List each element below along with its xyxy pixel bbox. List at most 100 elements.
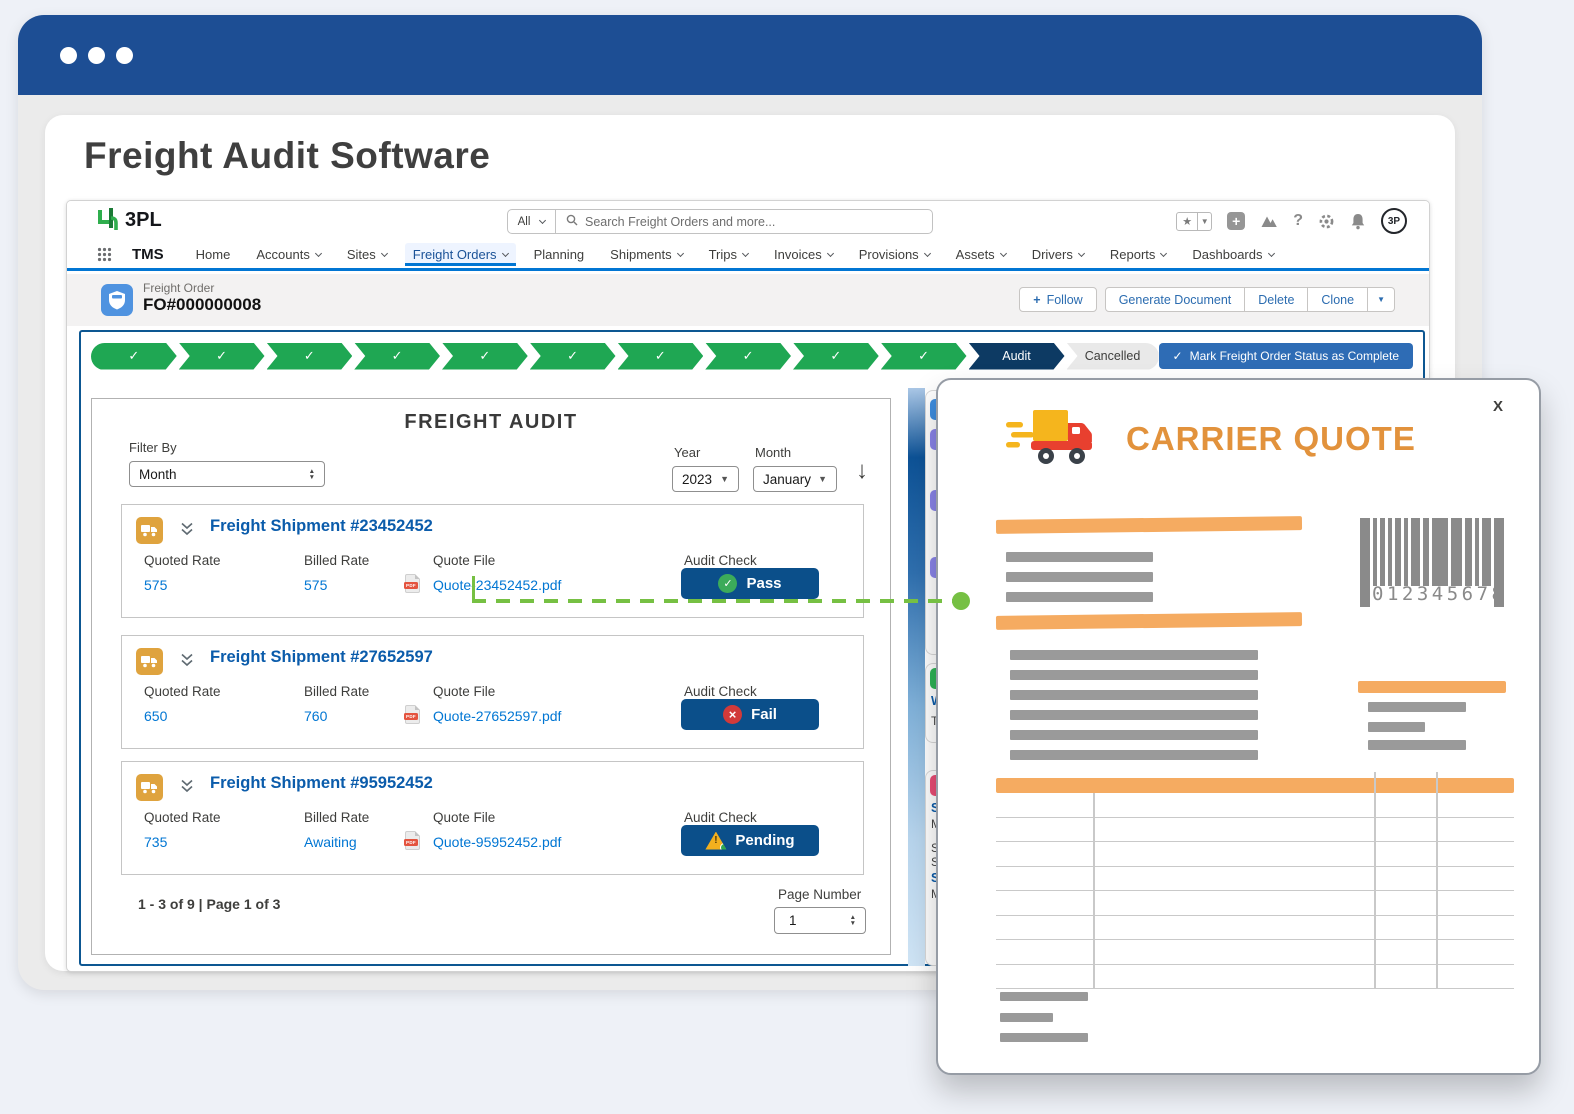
audit-status-fail-button[interactable]: × Fail: [681, 699, 819, 730]
expand-chevrons-icon[interactable]: [179, 521, 195, 542]
path-stage-complete[interactable]: ✓: [354, 343, 440, 370]
doc-text-line: [1000, 1033, 1088, 1042]
clone-button[interactable]: Clone: [1308, 287, 1368, 312]
download-arrow-icon[interactable]: ↓: [856, 457, 868, 485]
window-dot-icon: [88, 47, 105, 64]
path-stage-complete[interactable]: ✓: [618, 343, 704, 370]
nav-item-planning[interactable]: Planning: [526, 243, 593, 266]
path-stage-cancelled[interactable]: Cancelled: [1067, 343, 1159, 370]
chevron-down-icon: [381, 250, 388, 257]
truck-icon: [136, 517, 163, 544]
app-nav: TMS Home Accounts Sites Freight Orders P…: [67, 241, 1429, 271]
follow-button[interactable]: +Follow: [1019, 287, 1096, 312]
billed-rate-value[interactable]: Awaiting: [304, 834, 357, 850]
pdf-icon: PDF: [405, 574, 420, 593]
nav-item-provisions[interactable]: Provisions: [851, 243, 938, 266]
billed-rate-label: Billed Rate: [304, 810, 369, 825]
billed-rate-value[interactable]: 575: [304, 577, 327, 593]
doc-text-line: [1010, 650, 1258, 660]
chevron-down-icon: [1160, 250, 1167, 257]
shipment-title-link[interactable]: Freight Shipment #95952452: [210, 774, 433, 793]
generate-document-button[interactable]: Generate Document: [1105, 287, 1246, 312]
bell-icon[interactable]: [1350, 213, 1366, 230]
path-stage-audit[interactable]: Audit: [969, 343, 1065, 370]
page-number-value: 1: [789, 913, 797, 928]
path-stage-complete[interactable]: ✓: [267, 343, 353, 370]
chevron-down-icon: [539, 217, 546, 224]
help-icon[interactable]: ?: [1293, 212, 1303, 230]
audit-status-pending-button[interactable]: ! Pending: [681, 825, 819, 856]
path-stage-complete[interactable]: ✓: [530, 343, 616, 370]
expand-chevrons-icon[interactable]: [179, 778, 195, 799]
filter-by-combobox[interactable]: Month ▲▼: [129, 461, 325, 487]
expand-chevrons-icon[interactable]: [179, 652, 195, 673]
quoted-rate-value[interactable]: 575: [144, 577, 167, 593]
path-stage-complete[interactable]: ✓: [793, 343, 879, 370]
nav-item-home[interactable]: Home: [188, 243, 239, 266]
path-stage-complete[interactable]: ✓: [442, 343, 528, 370]
nav-item-sites[interactable]: Sites: [339, 243, 395, 266]
chevron-down-icon: [502, 250, 509, 257]
nav-item-reports[interactable]: Reports: [1102, 243, 1175, 266]
quote-file-link[interactable]: Quote-27652597.pdf: [433, 708, 561, 724]
nav-item-accounts[interactable]: Accounts: [248, 243, 328, 266]
freight-order-icon: [101, 284, 133, 316]
filter-value: Month: [139, 467, 177, 482]
search-scope-select[interactable]: All: [508, 210, 556, 233]
close-button[interactable]: X: [1493, 398, 1503, 415]
nav-item-dashboards[interactable]: Dashboards: [1184, 243, 1281, 266]
billed-rate-value[interactable]: 760: [304, 708, 327, 724]
delete-button[interactable]: Delete: [1245, 287, 1308, 312]
trailhead-icon[interactable]: [1260, 213, 1278, 229]
audit-check-label: Audit Check: [684, 553, 757, 568]
year-select[interactable]: 2023 ▼: [672, 466, 739, 492]
record-type-label: Freight Order: [143, 281, 214, 295]
path-stage-complete[interactable]: ✓: [705, 343, 791, 370]
path-stage-complete[interactable]: ✓: [179, 343, 265, 370]
nav-item-assets[interactable]: Assets: [948, 243, 1014, 266]
quoted-rate-value[interactable]: 735: [144, 834, 167, 850]
page-number-input[interactable]: 1 ▲▼: [774, 907, 866, 934]
shipment-title-link[interactable]: Freight Shipment #27652597: [210, 648, 433, 667]
nav-item-shipments[interactable]: Shipments: [602, 243, 690, 266]
window-dot-icon: [116, 47, 133, 64]
truck-icon: [136, 774, 163, 801]
shipment-title-link[interactable]: Freight Shipment #23452452: [210, 517, 433, 536]
gear-icon[interactable]: [1318, 213, 1335, 230]
clock-icon: [720, 843, 729, 852]
quoted-rate-value[interactable]: 650: [144, 708, 167, 724]
search-input[interactable]: [585, 215, 932, 229]
quote-file-link[interactable]: Quote-95952452.pdf: [433, 834, 561, 850]
doc-highlight-bar: [996, 612, 1302, 630]
truck-icon: [136, 648, 163, 675]
barcode-digits: 012345678: [1372, 583, 1494, 605]
doc-text-line: [1368, 722, 1425, 732]
pdf-icon: PDF: [405, 705, 420, 724]
record-actions: +Follow Generate Document Delete Clone ▼: [1019, 287, 1395, 312]
app-launcher-icon[interactable]: [97, 247, 112, 262]
favorites-button[interactable]: ★ ▼: [1176, 212, 1212, 231]
record-id: FO#000000008: [143, 295, 261, 315]
nav-item-drivers[interactable]: Drivers: [1024, 243, 1092, 266]
chevron-down-icon: [1267, 250, 1274, 257]
search-icon: [566, 213, 578, 231]
path-stage-complete[interactable]: ✓: [91, 343, 177, 370]
delivery-truck-icon: [1006, 406, 1098, 468]
month-value: January: [763, 472, 811, 487]
stepper-icon[interactable]: ▲▼: [309, 469, 315, 480]
quote-file-link[interactable]: Quote-23452452.pdf: [433, 577, 561, 593]
mark-complete-button[interactable]: ✓ Mark Freight Order Status as Complete: [1159, 343, 1413, 369]
global-actions-icon[interactable]: +: [1227, 212, 1245, 230]
nav-item-trips[interactable]: Trips: [701, 243, 756, 266]
stepper-icon[interactable]: ▲▼: [850, 915, 856, 926]
nav-item-freight-orders[interactable]: Freight Orders: [405, 243, 516, 266]
more-actions-button[interactable]: ▼: [1368, 287, 1395, 312]
nav-item-invoices[interactable]: Invoices: [766, 243, 841, 266]
month-select[interactable]: January ▼: [753, 466, 837, 492]
audit-status-pass-button[interactable]: ✓ Pass: [681, 568, 819, 599]
user-avatar[interactable]: 3P: [1381, 208, 1407, 234]
table-gridline: [1093, 793, 1095, 989]
warning-triangle-icon: !: [705, 832, 726, 850]
doc-text-line: [1010, 670, 1258, 680]
path-stage-complete[interactable]: ✓: [881, 343, 967, 370]
